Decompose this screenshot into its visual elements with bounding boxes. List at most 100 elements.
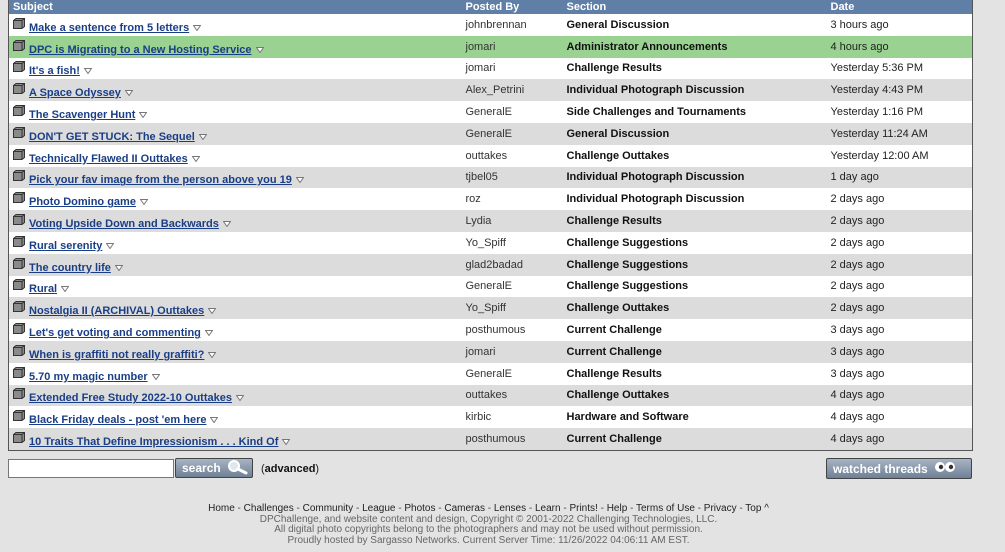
table-row: The Scavenger Hunt GeneralE Side Challenge…: [8, 101, 973, 123]
thread-section: Challenge Results: [562, 57, 827, 80]
dropdown-triangle-icon[interactable]: [192, 22, 202, 32]
footer-nav-link[interactable]: Terms of Use: [636, 503, 695, 514]
dropdown-triangle-icon[interactable]: [139, 196, 149, 206]
thread-link[interactable]: It's a fish!: [29, 65, 80, 77]
thread-date: 3 days ago: [826, 340, 973, 363]
thread-date: Yesterday 1:16 PM: [826, 101, 973, 123]
thread-poster: glad2badad: [461, 253, 563, 276]
folder-icon: [13, 126, 25, 138]
thread-link[interactable]: The Scavenger Hunt: [29, 109, 135, 121]
search-button[interactable]: search: [175, 458, 253, 478]
thread-link[interactable]: Technically Flawed II Outtakes: [29, 153, 188, 165]
header-section[interactable]: Section: [562, 0, 827, 14]
footer-nav-link[interactable]: Challenges: [244, 503, 294, 514]
thread-link[interactable]: When is graffiti not really graffiti?: [29, 349, 204, 361]
dropdown-triangle-icon[interactable]: [105, 240, 115, 250]
footer-nav-link[interactable]: Lenses: [494, 503, 526, 514]
thread-subject-cell: Make a sentence from 5 letters: [8, 14, 462, 36]
thread-link[interactable]: A Space Odyssey: [29, 87, 121, 99]
footer-nav-link[interactable]: Help: [607, 503, 628, 514]
thread-section: Hardware and Software: [562, 406, 827, 429]
thread-subject-cell: Photo Domino game: [8, 188, 462, 211]
dropdown-triangle-icon[interactable]: [138, 109, 148, 119]
footer-nav-link[interactable]: Prints!: [569, 503, 597, 514]
dropdown-triangle-icon[interactable]: [207, 349, 217, 359]
watched-threads-button[interactable]: watched threads: [826, 458, 972, 479]
thread-link[interactable]: Pick your fav image from the person abov…: [29, 174, 292, 186]
thread-link[interactable]: DPC is Migrating to a New Hosting Servic…: [29, 44, 252, 56]
dropdown-triangle-icon[interactable]: [191, 153, 201, 163]
thread-link[interactable]: Nostalgia II (ARCHIVAL) Outtakes: [29, 305, 204, 317]
dropdown-triangle-icon[interactable]: [210, 414, 219, 424]
thread-link[interactable]: Photo Domino game: [29, 196, 136, 208]
dropdown-triangle-icon[interactable]: [114, 262, 124, 272]
dropdown-triangle-icon[interactable]: [295, 174, 305, 184]
thread-date: 3 days ago: [826, 362, 973, 385]
dropdown-triangle-icon[interactable]: [204, 327, 214, 337]
footer-nav-link[interactable]: League: [362, 503, 395, 514]
dropdown-triangle-icon[interactable]: [60, 283, 70, 293]
thread-subject-cell: 10 Traits That Define Impressionism . . …: [8, 428, 462, 451]
thread-section: Challenge Suggestions: [562, 275, 827, 298]
table-row: DPC is Migrating to a New Hosting Servic…: [8, 35, 973, 58]
thread-link[interactable]: Rural: [29, 283, 57, 295]
search-button-label: search: [182, 461, 221, 475]
thread-link[interactable]: Black Friday deals - post 'em here: [29, 414, 206, 426]
dropdown-triangle-icon[interactable]: [151, 371, 161, 381]
table-row: 10 Traits That Define Impressionism . . …: [8, 428, 973, 451]
folder-icon: [13, 344, 25, 356]
footer-nav-link[interactable]: Privacy: [704, 503, 737, 514]
thread-date: 2 days ago: [826, 188, 973, 211]
thread-link[interactable]: 10 Traits That Define Impressionism . . …: [29, 436, 278, 448]
dropdown-triangle-icon[interactable]: [235, 392, 245, 402]
thread-link[interactable]: 5.70 my magic number: [29, 371, 148, 383]
dropdown-triangle-icon[interactable]: [124, 87, 134, 97]
thread-section: General Discussion: [562, 122, 827, 145]
thread-subject-cell: Technically Flawed II Outtakes: [8, 144, 462, 167]
footer-rights: All digital photo copyrights belong to t…: [274, 524, 703, 535]
thread-subject-cell: DPC is Migrating to a New Hosting Servic…: [8, 35, 462, 58]
footer-nav-separator: -: [627, 503, 636, 514]
thread-date: 2 days ago: [826, 275, 973, 298]
thread-date: 2 days ago: [826, 297, 973, 320]
dropdown-triangle-icon[interactable]: [83, 65, 93, 75]
header-subject[interactable]: Subject: [8, 0, 462, 14]
thread-date: 4 days ago: [826, 384, 973, 407]
thread-poster: posthumous: [461, 428, 563, 451]
header-date[interactable]: Date: [826, 0, 973, 14]
thread-link[interactable]: Rural serenity: [29, 240, 102, 252]
footer-nav-link[interactable]: Photos: [404, 503, 435, 514]
thread-link[interactable]: Extended Free Study 2022-10 Outtakes: [29, 392, 232, 404]
footer-nav-link[interactable]: Cameras: [444, 503, 485, 514]
footer-nav-separator: -: [736, 503, 746, 514]
thread-poster: Yo_Spiff: [461, 297, 563, 320]
dropdown-triangle-icon[interactable]: [198, 131, 208, 141]
thread-poster: tjbel05: [461, 166, 563, 189]
footer-nav-link[interactable]: Learn: [535, 503, 561, 514]
footer-nav-link[interactable]: Home: [208, 503, 235, 514]
dropdown-triangle-icon[interactable]: [281, 436, 291, 446]
footer-nav-link[interactable]: Community: [303, 503, 354, 514]
thread-link[interactable]: DON'T GET STUCK: The Sequel: [29, 131, 195, 143]
header-posted-by[interactable]: Posted By: [461, 0, 563, 14]
thread-link[interactable]: The country life: [29, 262, 111, 274]
thread-poster: roz: [461, 188, 563, 211]
thread-link[interactable]: Make a sentence from 5 letters: [29, 22, 189, 34]
thread-poster: jomari: [461, 340, 563, 363]
table-row: Black Friday deals - post 'em here kirbic…: [8, 406, 973, 429]
advanced-search-link[interactable]: advanced: [265, 463, 316, 475]
thread-poster: kirbic: [461, 406, 563, 429]
thread-section: Current Challenge: [562, 319, 827, 341]
thread-link[interactable]: Voting Upside Down and Backwards: [29, 218, 219, 230]
thread-date: 1 day ago: [826, 166, 973, 189]
thread-section: Challenge Suggestions: [562, 231, 827, 254]
dropdown-triangle-icon[interactable]: [255, 44, 264, 54]
thread-link[interactable]: Let's get voting and commenting: [29, 327, 201, 339]
folder-icon: [13, 301, 25, 313]
search-input[interactable]: [8, 459, 174, 478]
dropdown-triangle-icon[interactable]: [222, 218, 232, 228]
dropdown-triangle-icon[interactable]: [207, 305, 217, 315]
thread-subject-cell: The country life: [8, 253, 462, 276]
footer-nav-link[interactable]: Top ^: [745, 503, 769, 514]
thread-section: Side Challenges and Tournaments: [562, 101, 827, 123]
